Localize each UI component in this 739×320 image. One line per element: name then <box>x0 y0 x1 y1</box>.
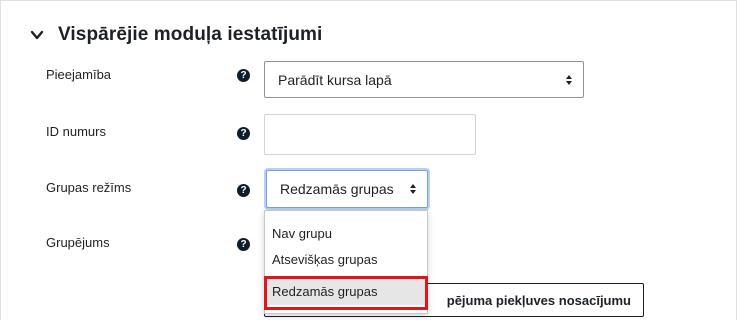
availability-select[interactable]: Parādīt kursa lapā <box>264 61 584 98</box>
id-number-input[interactable] <box>264 114 476 155</box>
access-button-label: pējuma piekļuves nosacījumu <box>446 292 631 308</box>
chevron-down-icon[interactable] <box>30 28 44 42</box>
sort-caret-icon <box>410 184 416 194</box>
help-icon[interactable]: ? <box>237 184 250 197</box>
help-icon[interactable]: ? <box>237 127 250 140</box>
help-icon[interactable]: ? <box>237 69 250 82</box>
section-header[interactable]: Vispārējie moduļa iestatījumi <box>30 22 322 48</box>
sort-caret-icon <box>566 74 572 85</box>
group-mode-label: Grupas režīms <box>46 180 132 195</box>
dropdown-option-visible-groups[interactable]: Redzamās grupas <box>265 279 427 305</box>
section-title: Vispārējie moduļa iestatījumi <box>58 24 323 45</box>
availability-label: Pieejamība <box>46 67 112 82</box>
group-mode-dropdown: Nav grupu Atsevišķas grupas Redzamās gru… <box>264 210 428 314</box>
dropdown-option-no-groups[interactable]: Nav grupu <box>265 221 427 247</box>
dropdown-option-separate-groups[interactable]: Atsevišķas grupas <box>265 247 427 273</box>
grouping-label: Grupējums <box>46 235 110 250</box>
help-icon[interactable]: ? <box>237 238 250 251</box>
group-mode-value: Redzamās grupas <box>280 181 394 197</box>
availability-value: Parādīt kursa lapā <box>278 71 392 88</box>
id-number-label: ID numurs <box>46 124 106 139</box>
group-mode-select[interactable]: Redzamās grupas <box>266 170 428 208</box>
